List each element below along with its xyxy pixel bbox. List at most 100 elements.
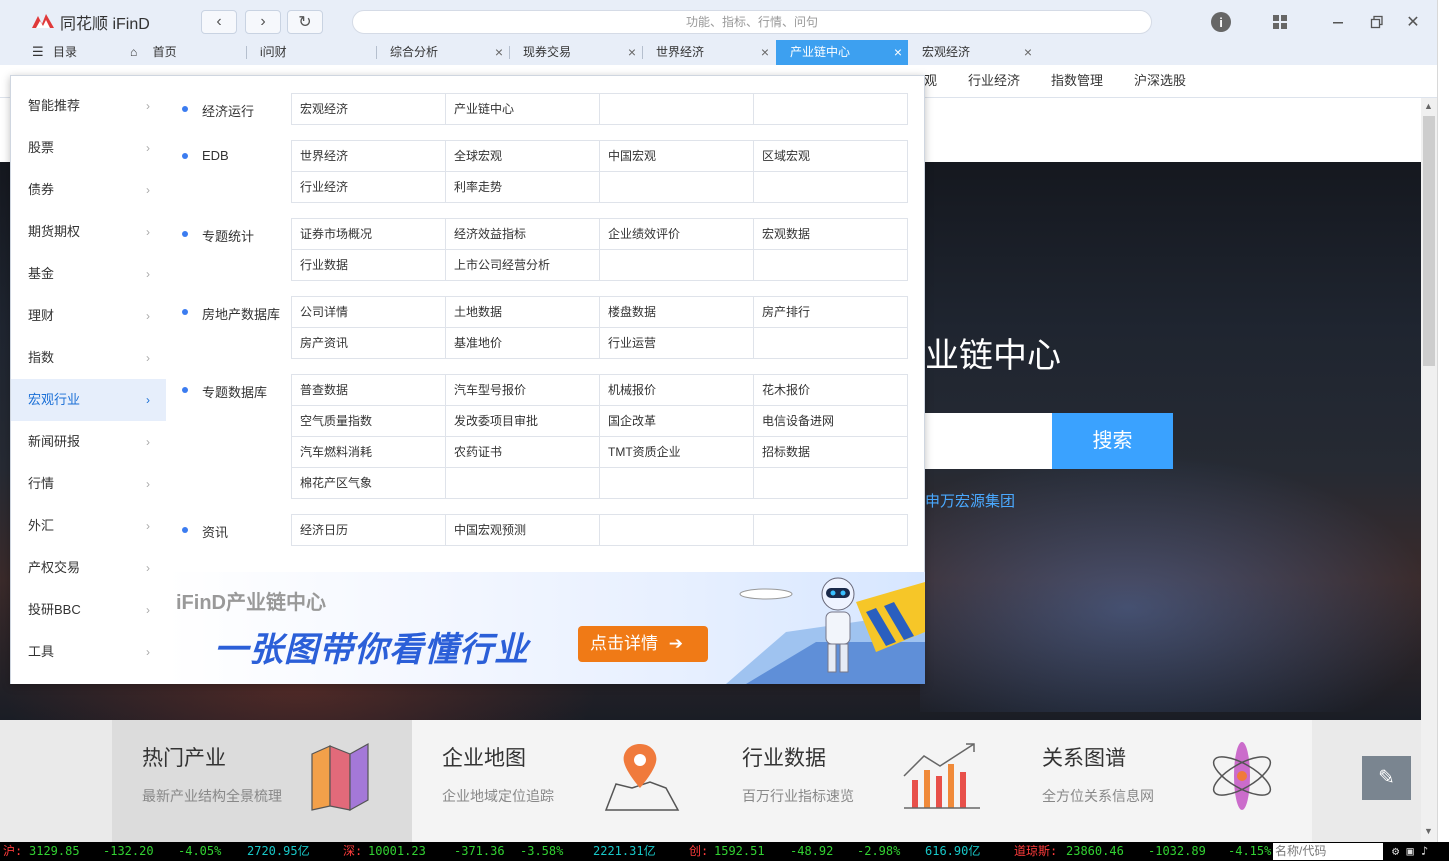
grid-cell[interactable]: 汽车燃料消耗 <box>292 437 446 468</box>
back-button[interactable]: ‹ <box>201 10 237 34</box>
grid-cell[interactable]: 产业链中心 <box>446 94 600 125</box>
refresh-button[interactable]: ↻ <box>287 10 323 34</box>
close-icon[interactable]: × <box>894 40 902 64</box>
banner-detail-button[interactable]: 点击详情 ➔ <box>578 626 708 662</box>
category-item[interactable]: 行情 › <box>11 463 166 505</box>
grid-cell[interactable]: 宏观数据 <box>754 219 908 250</box>
category-item[interactable]: 股票 › <box>11 127 166 169</box>
grid-cell[interactable]: 普查数据 <box>292 375 446 406</box>
card-hot-industry[interactable]: 热门产业 最新产业结构全景梳理 <box>112 720 412 842</box>
grid-cell[interactable]: 世界经济 <box>292 141 446 172</box>
forward-button[interactable]: › <box>245 10 281 34</box>
grid-cell[interactable]: 发改委项目审批 <box>446 406 600 437</box>
grid-cell[interactable]: 经济效益指标 <box>446 219 600 250</box>
grid-cell[interactable]: 空气质量指数 <box>292 406 446 437</box>
edit-button[interactable]: ✎ <box>1362 756 1411 800</box>
grid-cell[interactable]: 行业数据 <box>292 250 446 281</box>
hero-search-button[interactable]: 搜索 <box>1052 413 1173 469</box>
grid-cell[interactable]: 招标数据 <box>754 437 908 468</box>
subnav-item-index-management[interactable]: 指数管理 <box>1051 65 1103 96</box>
card-relationship-graph[interactable]: 关系图谱 全方位关系信息网 <box>1012 720 1312 842</box>
grid-cell[interactable]: 区域宏观 <box>754 141 908 172</box>
ticker-dj-label: 道琼斯: <box>1014 844 1058 858</box>
grid-cell[interactable]: 电信设备进网 <box>754 406 908 437</box>
grid-cell[interactable]: 行业经济 <box>292 172 446 203</box>
grid-cell[interactable]: 宏观经济 <box>292 94 446 125</box>
grid-cell[interactable]: 中国宏观 <box>600 141 754 172</box>
grid-cell[interactable]: 基准地价 <box>446 328 600 359</box>
grid-cell[interactable]: 房产排行 <box>754 297 908 328</box>
grid-cell[interactable]: 棉花产区气象 <box>292 468 446 499</box>
subnav-item-industry-economy[interactable]: 行业经济 <box>968 65 1020 96</box>
global-search-input[interactable]: 功能、指标、行情、问句 <box>352 10 1152 34</box>
grid-cell[interactable]: 国企改革 <box>600 406 754 437</box>
tab-home[interactable]: ⌂ 首页 <box>116 40 246 65</box>
grid-cell[interactable]: 证券市场概况 <box>292 219 446 250</box>
restore-button[interactable] <box>1365 10 1389 34</box>
grid-cell[interactable]: 农药证书 <box>446 437 600 468</box>
grid-cell[interactable]: 企业绩效评价 <box>600 219 754 250</box>
category-item[interactable]: 产权交易 › <box>11 547 166 589</box>
subnav-item-stock-screener[interactable]: 沪深选股 <box>1134 65 1186 96</box>
tab-iwencai[interactable]: i问财 <box>246 40 376 65</box>
grid-cell[interactable]: 公司详情 <box>292 297 446 328</box>
grid-cell[interactable]: 全球宏观 <box>446 141 600 172</box>
tab-industry-chain[interactable]: 产业链中心 × <box>776 40 908 65</box>
tab-macro-economy[interactable]: 宏观经济 × <box>908 40 1038 65</box>
grid-cell[interactable]: 花木报价 <box>754 375 908 406</box>
hero-link[interactable]: 申万宏源集团 <box>925 490 1015 511</box>
category-item[interactable]: 外汇 › <box>11 505 166 547</box>
card-industry-data[interactable]: 行业数据 百万行业指标速览 <box>712 720 1012 842</box>
grid-cell[interactable]: 汽车型号报价 <box>446 375 600 406</box>
close-icon[interactable]: × <box>495 40 503 64</box>
chevron-right-icon: › <box>146 225 150 239</box>
grid-row: 公司详情 土地数据 楼盘数据 房产排行 <box>292 297 908 328</box>
ticker-code-input[interactable]: 名称/代码 <box>1273 843 1383 860</box>
close-window-button[interactable]: ✕ <box>1401 10 1425 34</box>
category-item[interactable]: 债券 › <box>11 169 166 211</box>
minimize-button[interactable] <box>1326 10 1350 34</box>
category-item[interactable]: 新闻研报 › <box>11 421 166 463</box>
chevron-right-icon: › <box>146 393 150 407</box>
close-icon[interactable]: × <box>628 40 636 64</box>
category-item[interactable]: 指数 › <box>11 337 166 379</box>
grid-cell[interactable]: TMT资质企业 <box>600 437 754 468</box>
ticker-sz-amount: 2221.31亿 <box>593 844 656 858</box>
grid-cell[interactable]: 房产资讯 <box>292 328 446 359</box>
close-icon[interactable]: × <box>1024 40 1032 64</box>
card-enterprise-map[interactable]: 企业地图 企业地域定位追踪 <box>412 720 712 842</box>
category-item[interactable]: 理财 › <box>11 295 166 337</box>
grid-cell[interactable]: 行业运营 <box>600 328 754 359</box>
category-item[interactable]: 智能推荐 › <box>11 85 166 127</box>
grid-row: 房产资讯 基准地价 行业运营 <box>292 328 908 359</box>
grid-cell[interactable]: 土地数据 <box>446 297 600 328</box>
scroll-up-icon[interactable]: ▲ <box>1424 101 1433 111</box>
category-item[interactable]: 工具 › <box>11 631 166 673</box>
grid-cell <box>600 515 754 546</box>
hero-search-input[interactable] <box>925 413 1053 469</box>
grid-cell[interactable]: 经济日历 <box>292 515 446 546</box>
ticker-tools-icon[interactable]: ⚙ ▣ ♪ <box>1392 842 1428 861</box>
tab-comprehensive[interactable]: 综合分析 × <box>376 40 509 65</box>
info-button[interactable]: i <box>1209 10 1233 34</box>
layout-button[interactable] <box>1268 10 1292 34</box>
subnav-item-macro[interactable]: 观 <box>924 65 937 96</box>
category-item[interactable]: 投研BBC › <box>11 589 166 631</box>
tab-catalog[interactable]: ☰ 目录 <box>18 40 118 65</box>
grid-cell[interactable]: 楼盘数据 <box>600 297 754 328</box>
grid-cell[interactable]: 机械报价 <box>600 375 754 406</box>
scroll-down-icon[interactable]: ▼ <box>1424 826 1433 836</box>
promo-banner[interactable]: iFinD产业链中心 一张图带你看懂行业 点击详情 ➔ <box>166 572 925 684</box>
category-item[interactable]: 期货期权 › <box>11 211 166 253</box>
close-icon[interactable]: × <box>761 40 769 64</box>
category-item-active[interactable]: 宏观行业 › <box>11 379 166 421</box>
grid-cell[interactable]: 上市公司经营分析 <box>446 250 600 281</box>
scrollbar-thumb[interactable] <box>1423 116 1435 366</box>
grid-cell[interactable]: 利率走势 <box>446 172 600 203</box>
vertical-scrollbar[interactable]: ▲ ▼ <box>1421 98 1437 842</box>
tab-world-economy[interactable]: 世界经济 × <box>642 40 775 65</box>
grid-cell[interactable]: 中国宏观预测 <box>446 515 600 546</box>
tab-spot-bond[interactable]: 现券交易 × <box>509 40 642 65</box>
atom-icon <box>1212 742 1272 810</box>
category-item[interactable]: 基金 › <box>11 253 166 295</box>
